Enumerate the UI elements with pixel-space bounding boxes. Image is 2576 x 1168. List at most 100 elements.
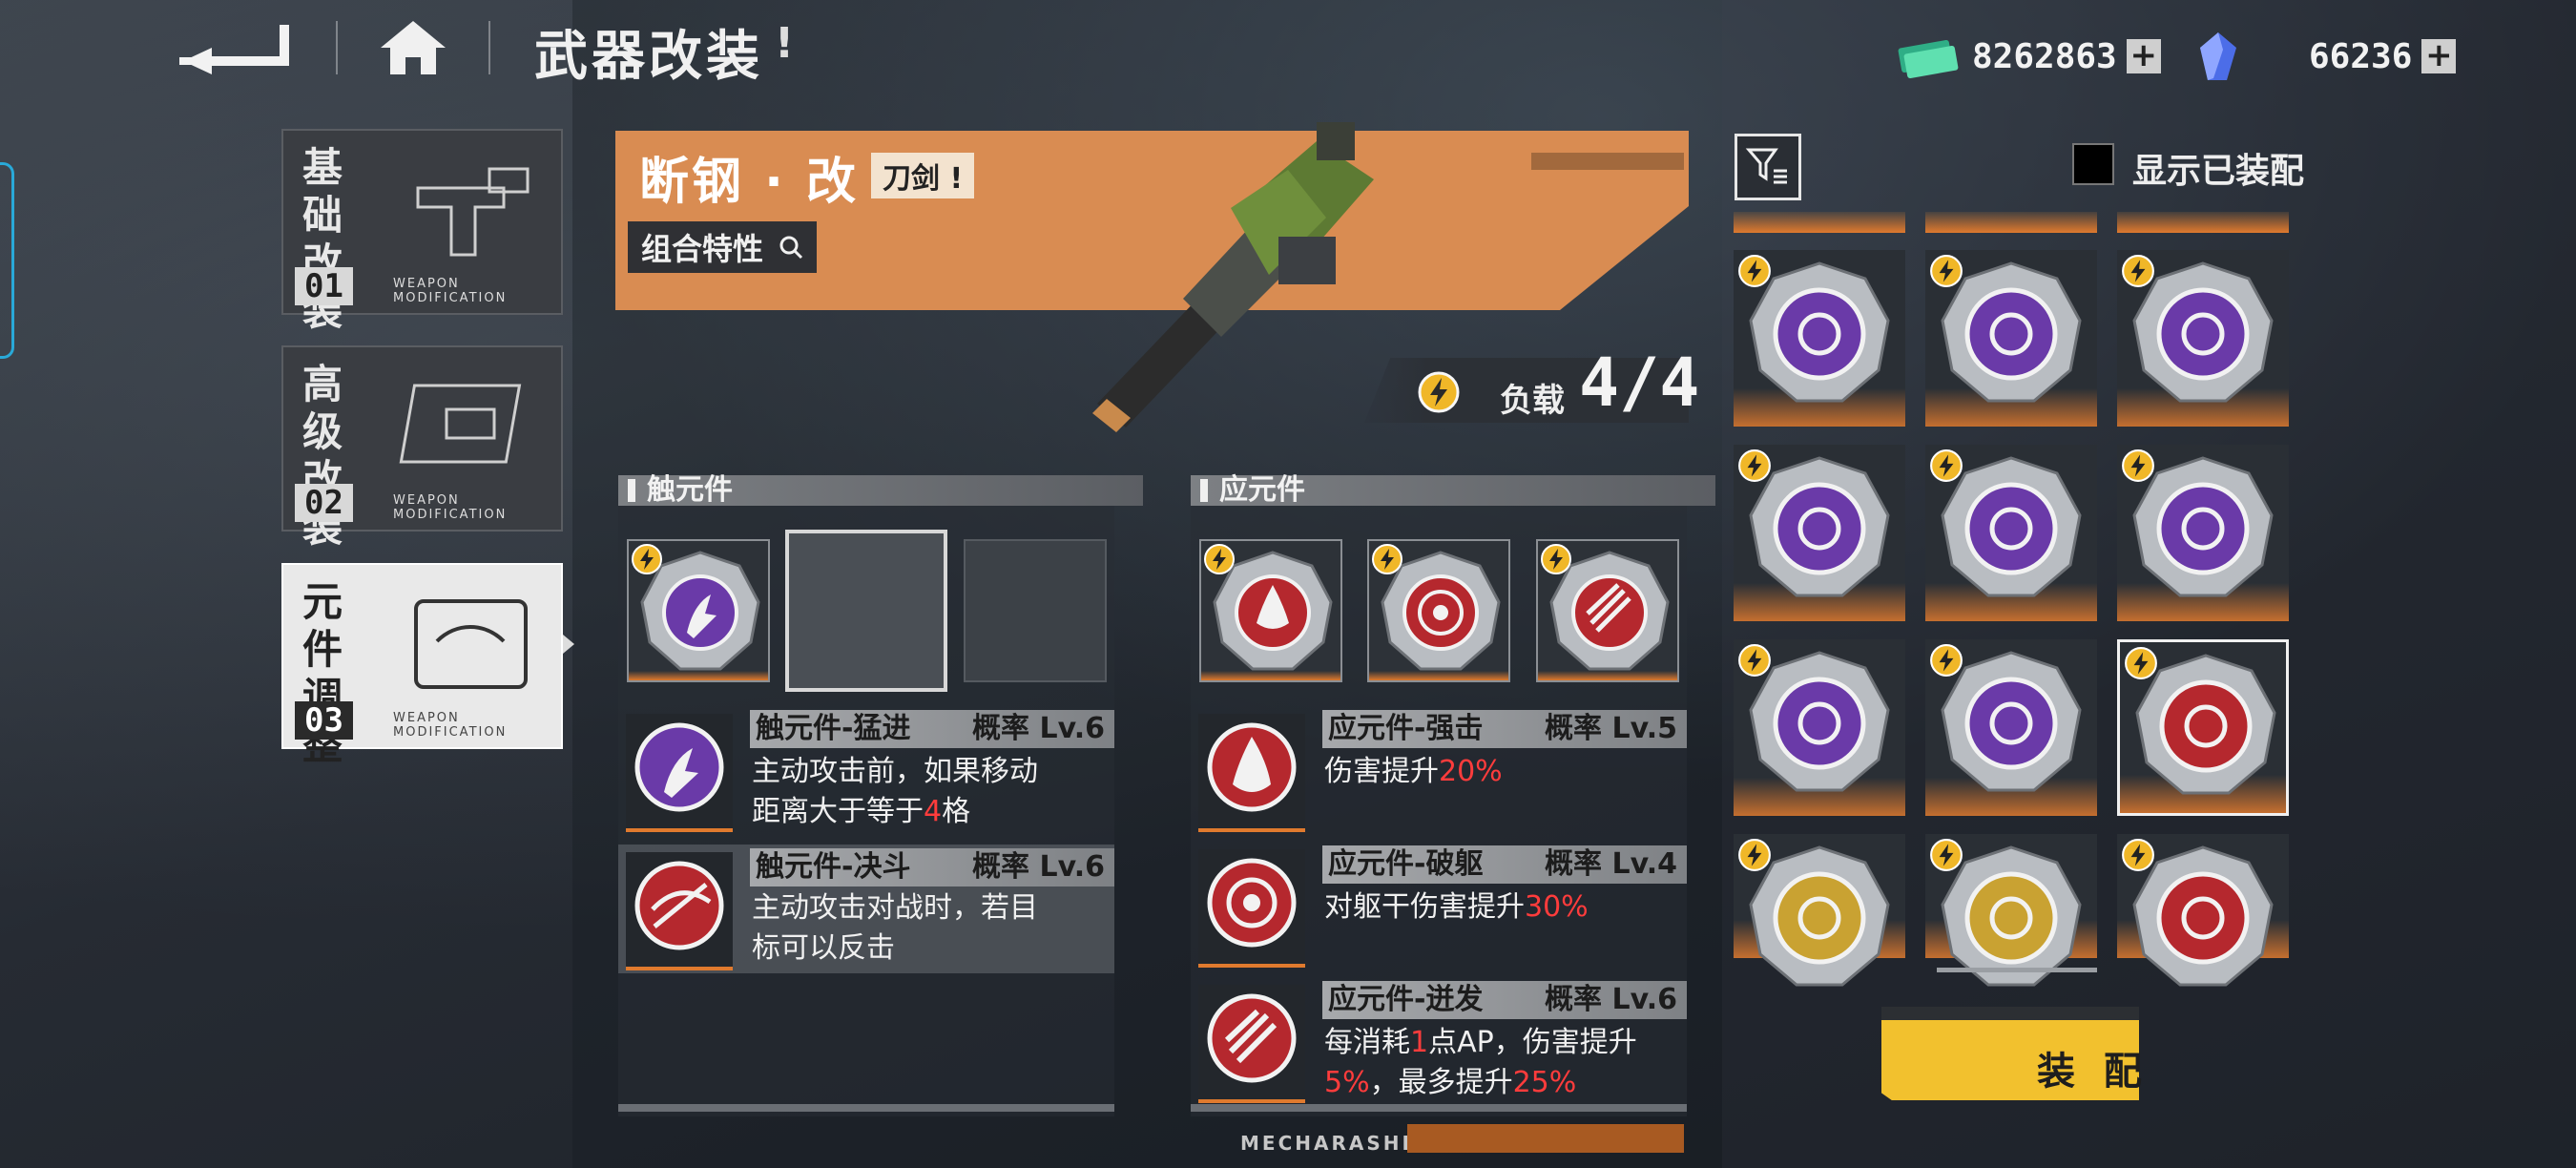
lightning-icon — [1418, 371, 1460, 413]
desc-text: 每消耗 — [1324, 1026, 1410, 1059]
lightning-icon — [2125, 647, 2157, 679]
response-detail-2[interactable]: 应元件-破躯 概率 Lv.4 对躯干伤害提升30% — [1191, 845, 1687, 978]
currency-crystal: 66236 + — [2194, 31, 2457, 82]
combo-traits-button[interactable]: 组合特性 — [628, 221, 818, 273]
lightning-icon — [1541, 544, 1571, 574]
tab-number: 01 — [295, 267, 353, 305]
currency-cash: 8262863 + — [1894, 31, 2161, 82]
charge-icon — [634, 722, 724, 812]
desc-highlight: 25% — [1512, 1066, 1577, 1099]
flame-icon — [1207, 722, 1297, 812]
weapon-type-badge[interactable]: 刀剑 ! — [871, 153, 975, 198]
inventory-chip[interactable] — [1925, 639, 2097, 816]
title-info-button[interactable]: ! — [775, 19, 794, 68]
inventory-chip[interactable] — [1925, 834, 2097, 987]
detail-title-bar: 触元件-猛进 概率 Lv.6 — [750, 710, 1114, 748]
show-equipped-checkbox[interactable] — [2072, 143, 2114, 185]
desc-line: 5%，最多提升25% — [1324, 1063, 1637, 1103]
response-slot-2[interactable] — [1367, 539, 1510, 682]
detail-name: 触元件-猛进 — [756, 712, 911, 745]
chip-case-icon — [414, 599, 528, 689]
inventory-chip[interactable] — [1925, 250, 2097, 427]
inventory-chip[interactable] — [1925, 445, 2097, 621]
home-button[interactable] — [377, 17, 449, 78]
inventory-chip[interactable] — [1734, 445, 1905, 621]
divider — [488, 21, 490, 74]
back-button[interactable] — [162, 19, 296, 76]
touch-slot-2-selected[interactable] — [785, 530, 947, 692]
inventory-chip[interactable] — [1734, 834, 1905, 987]
brand-mark: MECHARASHI — [1240, 1132, 1412, 1155]
detail-title-bar: 应元件-迸发 概率 Lv.6 — [1322, 981, 1687, 1019]
tab-component-adjust[interactable]: 元件调整 03 WEAPON MODIFICATION — [281, 563, 563, 768]
divider — [336, 21, 338, 74]
detail-description: 主动攻击前，如果移动 距离大于等于4格 — [752, 752, 1038, 832]
response-scroll-track[interactable] — [1191, 1104, 1687, 1112]
inventory-scrollbar[interactable] — [1937, 968, 2097, 972]
top-bar: 武器改装 ! 8262863 + 66236 + — [0, 0, 2576, 105]
detail-description: 对躯干伤害提升30% — [1324, 887, 1589, 928]
tab-advanced-mod[interactable]: 高级改装 02 WEAPON MODIFICATION — [281, 345, 563, 551]
tab-subtitle: WEAPON MODIFICATION — [393, 277, 508, 305]
show-equipped-label: 显示已装配 — [2132, 152, 2305, 191]
equip-decor-tag — [1881, 1007, 2139, 1020]
equip-label: 装 配 — [2037, 1050, 2150, 1094]
detail-icon-box — [1198, 714, 1305, 832]
grid-partial-row — [1925, 212, 2097, 233]
tab-subtitle: WEAPON MODIFICATION — [393, 493, 508, 522]
desc-text: 对躯干伤害提升 — [1324, 890, 1525, 924]
desc-line: 伤害提升20% — [1324, 752, 1503, 792]
inventory-chip[interactable] — [2117, 445, 2289, 621]
desc-highlight: 1 — [1410, 1026, 1429, 1059]
detail-probability: 概率 Lv.4 — [1545, 847, 1677, 881]
lightning-icon — [1738, 255, 1771, 287]
response-detail-1[interactable]: 应元件-强击 概率 Lv.5 伤害提升20% — [1191, 710, 1687, 843]
lightning-icon — [1738, 644, 1771, 677]
desc-line: 主动攻击对战时，若目 — [752, 891, 1038, 925]
desc-highlight: 5% — [1324, 1066, 1370, 1099]
tab-basic-mod[interactable]: 基础改装 01 WEAPON MODIFICATION — [281, 129, 563, 334]
detail-name: 应元件-强击 — [1328, 712, 1484, 745]
detail-icon-box — [1198, 985, 1305, 1103]
response-slot-3[interactable] — [1536, 539, 1679, 682]
detail-probability: 概率 Lv.6 — [972, 712, 1105, 745]
grid-partial-row — [1734, 212, 1905, 233]
touch-slot-1[interactable] — [627, 539, 770, 682]
inventory-chip[interactable] — [2117, 834, 2289, 987]
detail-icon-box — [626, 852, 733, 970]
tab-number: 03 — [295, 701, 353, 740]
response-slot-1[interactable] — [1199, 539, 1342, 682]
touch-detail-2[interactable]: 触元件-决斗 概率 Lv.6 主动攻击对战时，若目 标可以反击 — [618, 845, 1114, 973]
filter-button[interactable] — [1735, 134, 1801, 200]
inventory-chip[interactable] — [1734, 250, 1905, 427]
weapon-name: 断钢 · 改 — [639, 154, 859, 211]
side-drawer-handle[interactable] — [0, 162, 14, 359]
banner-decor-tag — [1531, 153, 1684, 170]
touch-detail-1[interactable]: 触元件-猛进 概率 Lv.6 主动攻击前，如果移动 距离大于等于4格 — [618, 710, 1114, 843]
slot-glow — [1369, 671, 1508, 680]
home-icon — [381, 21, 446, 74]
inventory-chip[interactable] — [2117, 639, 2289, 816]
desc-text: 距离大于等于 — [752, 795, 924, 828]
response-detail-3[interactable]: 应元件-迸发 概率 Lv.6 每消耗1点AP，伤害提升 5%，最多提升25% — [1191, 981, 1687, 1114]
back-arrow-icon — [179, 25, 289, 74]
lightning-icon — [1930, 644, 1963, 677]
inventory-chip[interactable] — [2117, 250, 2289, 427]
page-title: 武器改装 — [534, 26, 763, 88]
slot-glow — [629, 671, 768, 680]
desc-line: 对躯干伤害提升30% — [1324, 887, 1589, 928]
add-cash-button[interactable]: + — [2126, 39, 2161, 73]
touch-section-header: 触元件 — [618, 475, 1143, 506]
lightning-icon — [1738, 449, 1771, 482]
inventory-chip[interactable] — [1734, 639, 1905, 816]
add-crystal-button[interactable]: + — [2421, 39, 2457, 73]
lightning-icon — [632, 544, 662, 574]
cash-icon — [1898, 39, 1959, 79]
touch-scroll-track[interactable] — [618, 1104, 1114, 1112]
detail-name: 触元件-决斗 — [756, 850, 911, 884]
detail-title-bar: 触元件-决斗 概率 Lv.6 — [750, 848, 1114, 886]
lightning-icon — [1930, 839, 1963, 871]
touch-slot-3-empty[interactable] — [964, 539, 1107, 682]
detail-description: 每消耗1点AP，伤害提升 5%，最多提升25% — [1324, 1023, 1637, 1103]
lightning-icon — [2122, 839, 2154, 871]
